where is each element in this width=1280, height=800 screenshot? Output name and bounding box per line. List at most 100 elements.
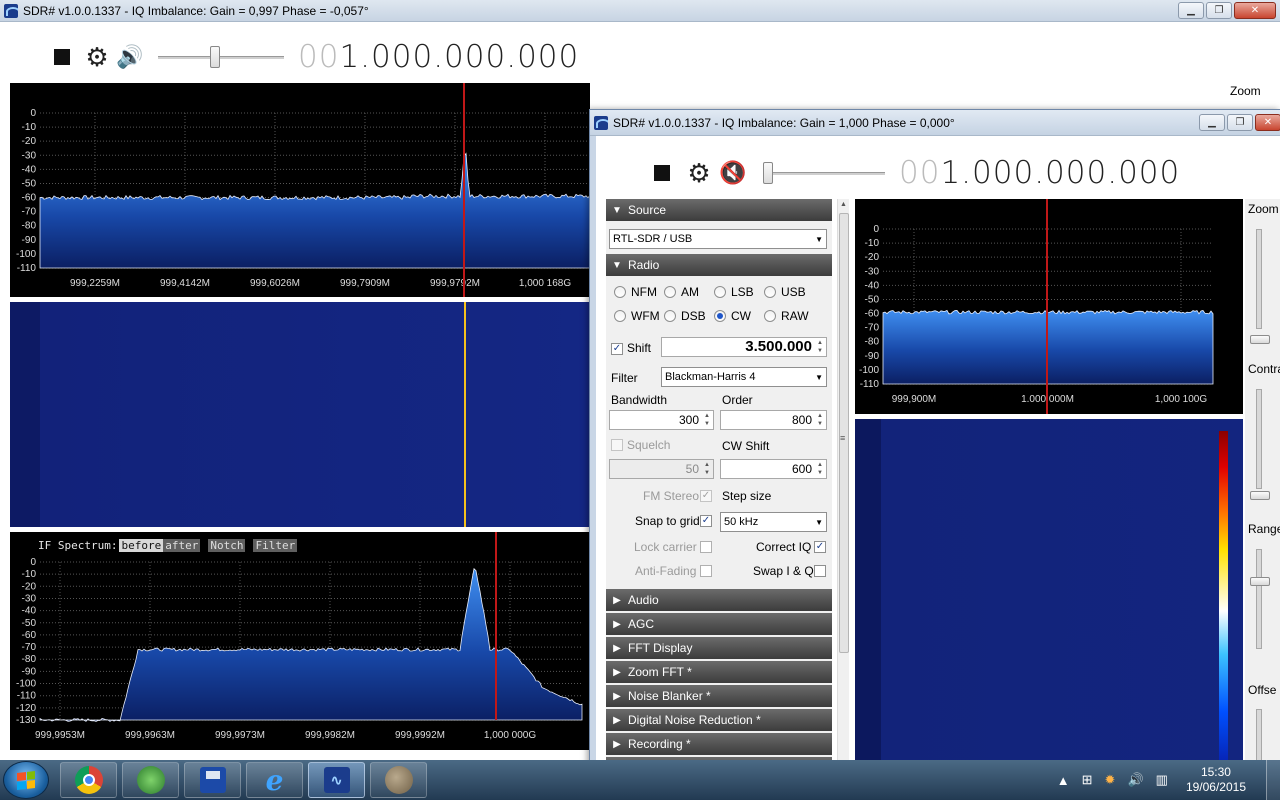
main-spectrum-panel[interactable]: 0 -10 -20 -30 -40 -50 -60 -70 -80 -90 -100 -110 999,… bbox=[10, 83, 590, 297]
filter-select[interactable]: Blackman-Harris 4 ▼ bbox=[661, 367, 827, 387]
squelch-checkbox[interactable] bbox=[611, 439, 623, 451]
speaker-icon[interactable]: 🔊 bbox=[112, 46, 148, 68]
section-recording-header[interactable]: ▶ Recording * bbox=[606, 733, 832, 755]
clock-date: 19/06/2015 bbox=[1185, 780, 1246, 794]
mode-dsb-radio[interactable]: DSB bbox=[664, 309, 706, 323]
spinner-arrows-icon[interactable]: ▲ ▼ bbox=[815, 461, 825, 477]
stop-button[interactable] bbox=[42, 49, 82, 65]
cw-shift-input[interactable]: 600 ▲ ▼ bbox=[720, 459, 827, 479]
mode-lsb-radio[interactable]: LSB bbox=[714, 285, 754, 299]
section-digital-noise-reduction-header[interactable]: ▶ Digital Noise Reduction * bbox=[606, 709, 832, 731]
step-size-select[interactable]: 50 kHz ▼ bbox=[720, 512, 827, 532]
stop-button[interactable] bbox=[639, 165, 685, 181]
minimize-button[interactable]: ▁ bbox=[1178, 2, 1204, 19]
system-clock[interactable]: 15:30 19/06/2015 bbox=[1186, 765, 1246, 795]
shift-checkbox[interactable]: ✓ bbox=[611, 343, 623, 355]
x-tick-label: 999,9992M bbox=[395, 730, 445, 741]
frequency-display[interactable]: 001.000.000.000 bbox=[899, 155, 1180, 191]
spinner-arrows-icon[interactable]: ▲ ▼ bbox=[815, 412, 825, 428]
taskbar-chrome[interactable] bbox=[60, 762, 117, 798]
y-tick-label: -110 bbox=[860, 379, 880, 390]
second-waterfall[interactable] bbox=[855, 419, 1243, 800]
second-title-bar[interactable]: SDR# v1.0.0.1337 - IQ Imbalance: Gain = … bbox=[590, 110, 1280, 136]
correct-iq-checkbox[interactable]: ✓ bbox=[814, 541, 826, 553]
shift-input[interactable]: 3.500.000 ▲ ▼ bbox=[661, 337, 827, 357]
second-spectrum-panel[interactable]: 0 -10 -20 -30 -40 -50 -60 -70 -80 -90 -100 -110 999,… bbox=[855, 199, 1243, 414]
start-button[interactable] bbox=[3, 761, 49, 799]
y-tick-label: 0 bbox=[30, 557, 36, 568]
volume-icon[interactable]: 🔊 bbox=[1127, 772, 1143, 788]
taskbar-internet-explorer[interactable]: e bbox=[246, 762, 303, 798]
anti-fading-checkbox[interactable] bbox=[700, 565, 712, 577]
section-zoom-fft-header[interactable]: ▶ Zoom FFT * bbox=[606, 661, 832, 683]
mode-usb-radio[interactable]: USB bbox=[764, 285, 806, 299]
y-tick-label: -60 bbox=[22, 630, 37, 641]
section-source-header[interactable]: ▼ Source bbox=[606, 199, 832, 221]
weather-icon[interactable]: ✹ bbox=[1105, 772, 1116, 788]
range-slider[interactable] bbox=[1256, 549, 1262, 649]
taskbar-save-app[interactable] bbox=[184, 762, 241, 798]
main-title-bar[interactable]: SDR# v1.0.0.1337 - IQ Imbalance: Gain = … bbox=[0, 0, 1280, 22]
order-label: Order bbox=[722, 393, 753, 407]
zoom-slider[interactable] bbox=[1256, 229, 1262, 329]
minimize-button[interactable]: ▁ bbox=[1199, 114, 1225, 131]
mode-raw-radio[interactable]: RAW bbox=[764, 309, 809, 323]
section-noise-blanker-header[interactable]: ▶ Noise Blanker * bbox=[606, 685, 832, 707]
mode-cw-radio[interactable]: CW bbox=[714, 309, 751, 323]
mode-nfm-radio[interactable]: NFM bbox=[614, 285, 657, 299]
source-device-select[interactable]: RTL-SDR / USB ▼ bbox=[609, 229, 827, 249]
volume-slider-thumb[interactable] bbox=[210, 46, 220, 68]
show-desktop-button[interactable] bbox=[1266, 760, 1280, 800]
snap-to-grid-checkbox[interactable]: ✓ bbox=[700, 515, 712, 527]
zoom-slider-thumb[interactable] bbox=[1250, 335, 1270, 344]
if-spectrum-panel[interactable]: IF Spectrum: before after Notch Filter 0… bbox=[10, 532, 590, 750]
section-radio-header[interactable]: ▼ Radio bbox=[606, 254, 832, 276]
if-spectrum-plot: 0-10-20-30 -40-50-60-70-80-90 -100-110-120… bbox=[16, 532, 583, 741]
spinner-arrows-icon[interactable]: ▲ ▼ bbox=[815, 339, 825, 355]
main-waterfall[interactable] bbox=[10, 302, 590, 527]
show-hidden-icons-icon[interactable]: ▲ bbox=[1057, 773, 1070, 788]
mode-wfm-radio[interactable]: WFM bbox=[614, 309, 660, 323]
taskbar-globe-app[interactable] bbox=[122, 762, 179, 798]
x-tick-label: 999,9953M bbox=[35, 730, 85, 741]
settings-gear-icon[interactable]: ⚙ bbox=[82, 44, 112, 70]
y-tick-label: -30 bbox=[865, 266, 880, 277]
taskbar-sdrsharp[interactable]: ∿ bbox=[308, 762, 365, 798]
frequency-display[interactable]: 001.000.000.000 bbox=[298, 39, 579, 75]
windows-flag-icon[interactable]: ⊞ bbox=[1082, 772, 1093, 788]
y-tick-label: -60 bbox=[865, 309, 880, 320]
contrast-slider[interactable] bbox=[1256, 389, 1262, 489]
range-slider-thumb[interactable] bbox=[1250, 577, 1270, 586]
maximize-button[interactable]: ❐ bbox=[1227, 114, 1253, 131]
maximize-button[interactable]: ❐ bbox=[1206, 2, 1232, 19]
radio-dot-icon bbox=[764, 286, 776, 298]
control-panel-scrollbar[interactable]: ▲ ≡ bbox=[837, 199, 849, 800]
section-audio-header[interactable]: ▶ Audio bbox=[606, 589, 832, 611]
close-button[interactable]: ✕ bbox=[1255, 114, 1280, 131]
menu-icon[interactable] bbox=[16, 47, 42, 67]
menu-icon[interactable] bbox=[613, 163, 639, 183]
section-fft-display-header[interactable]: ▶ FFT Display bbox=[606, 637, 832, 659]
spinner-arrows-icon[interactable]: ▲ ▼ bbox=[702, 412, 712, 428]
volume-slider-thumb[interactable] bbox=[763, 162, 773, 184]
close-button[interactable]: ✕ bbox=[1234, 2, 1276, 19]
volume-slider[interactable] bbox=[763, 162, 885, 184]
taskbar-gimp[interactable] bbox=[370, 762, 427, 798]
speaker-muted-icon[interactable]: 🔇 bbox=[713, 162, 753, 184]
mode-am-radio[interactable]: AM bbox=[664, 285, 699, 299]
network-icon[interactable]: ▥ bbox=[1156, 772, 1168, 788]
order-input[interactable]: 800 ▲ ▼ bbox=[720, 410, 827, 430]
radio-dot-icon bbox=[714, 286, 726, 298]
section-agc-header[interactable]: ▶ AGC bbox=[606, 613, 832, 635]
settings-gear-icon[interactable]: ⚙ bbox=[685, 160, 713, 186]
volume-slider[interactable] bbox=[158, 46, 284, 68]
swap-iq-checkbox[interactable] bbox=[814, 565, 826, 577]
squelch-input[interactable]: 50 ▲ ▼ bbox=[609, 459, 714, 479]
offset-label: Offse bbox=[1248, 683, 1277, 697]
lock-carrier-checkbox[interactable] bbox=[700, 541, 712, 553]
contrast-slider-thumb[interactable] bbox=[1250, 491, 1270, 500]
fm-stereo-checkbox[interactable]: ✓ bbox=[700, 490, 712, 502]
spinner-arrows-icon[interactable]: ▲ ▼ bbox=[702, 461, 712, 477]
bandwidth-input[interactable]: 300 ▲ ▼ bbox=[609, 410, 714, 430]
scroll-up-icon[interactable]: ▲ bbox=[840, 201, 847, 208]
